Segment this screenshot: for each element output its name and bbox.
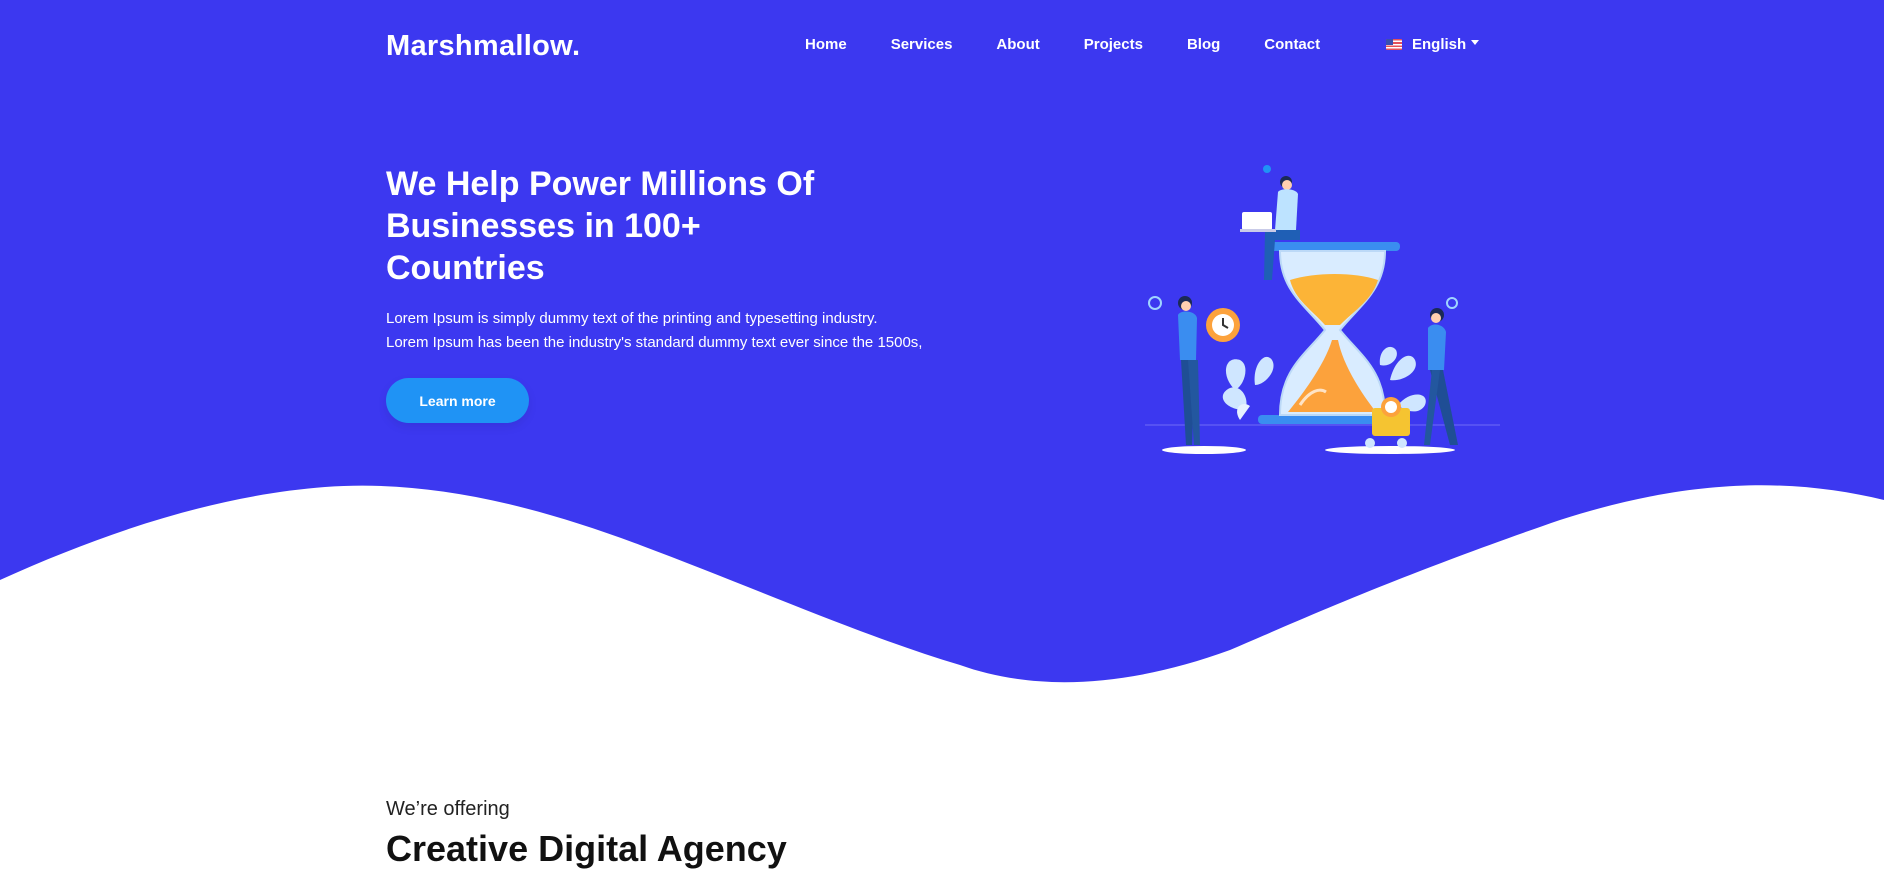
- nav-about[interactable]: About: [996, 36, 1039, 53]
- nav-services[interactable]: Services: [891, 36, 953, 53]
- section-kicker: We’re offering: [386, 798, 510, 820]
- language-selector[interactable]: English: [1386, 36, 1480, 53]
- learn-more-button[interactable]: Learn more: [386, 378, 529, 423]
- hero-section: Marshmallow. Home Services About Project…: [0, 0, 1884, 700]
- nav-projects[interactable]: Projects: [1084, 36, 1143, 53]
- nav-home[interactable]: Home: [805, 36, 847, 53]
- hero-description: Lorem Ipsum is simply dummy text of the …: [386, 307, 986, 355]
- language-label: English: [1412, 36, 1467, 53]
- hero-headline: We Help Power Millions Of Businesses in …: [386, 165, 815, 287]
- hourglass-team-illustration: [1145, 165, 1500, 454]
- nav-blog[interactable]: Blog: [1187, 36, 1220, 53]
- brand-logo[interactable]: Marshmallow.: [386, 30, 580, 63]
- us-flag-icon: [1386, 39, 1402, 50]
- main-nav: Home Services About Projects Blog Contac…: [805, 36, 1364, 53]
- hero-description-line-1: Lorem Ipsum is simply dummy text of the …: [386, 310, 878, 327]
- chevron-down-icon: [1471, 40, 1480, 45]
- nav-contact[interactable]: Contact: [1264, 36, 1320, 53]
- leaves-left: [1222, 356, 1274, 420]
- hero-description-line-2: Lorem Ipsum has been the industry's stan…: [386, 334, 923, 351]
- section-title: Creative Digital Agency: [386, 828, 787, 869]
